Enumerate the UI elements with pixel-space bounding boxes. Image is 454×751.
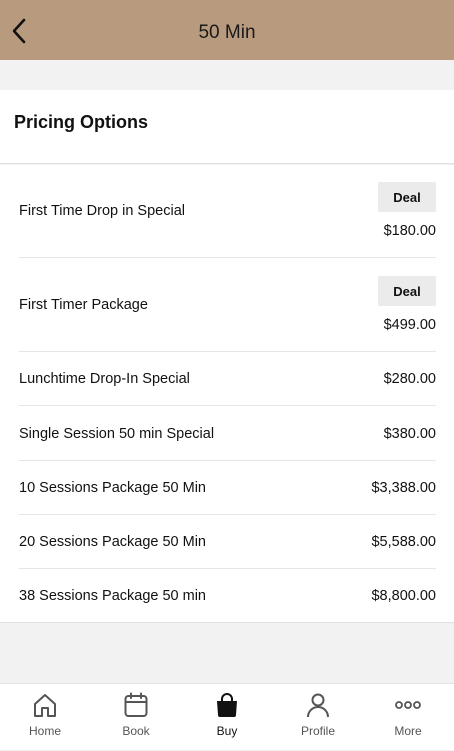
spacer xyxy=(0,60,454,90)
tab-label: More xyxy=(394,724,422,738)
option-name: Single Session 50 min Special xyxy=(19,426,215,442)
tab-buy[interactable]: Buy xyxy=(182,684,272,751)
more-dots-icon xyxy=(394,690,422,720)
option-name: 10 Sessions Package 50 Min xyxy=(19,480,206,496)
section-header: Pricing Options xyxy=(0,90,454,164)
calendar-icon xyxy=(122,690,150,720)
deal-badge: Deal xyxy=(378,276,436,306)
bottom-tab-bar: Home Book Buy Profile More xyxy=(0,683,454,750)
option-name: First Timer Package xyxy=(19,297,148,313)
pricing-option-row[interactable]: Single Session 50 min Special $380.00 xyxy=(19,406,436,461)
option-price: $5,588.00 xyxy=(371,534,436,550)
pricing-option-row[interactable]: First Timer Package Deal $499.00 xyxy=(19,258,436,352)
option-name: First Time Drop in Special xyxy=(19,203,185,219)
option-price: $180.00 xyxy=(383,223,436,239)
pricing-option-row[interactable]: Lunchtime Drop-In Special $280.00 xyxy=(19,352,436,406)
pricing-option-row[interactable]: 38 Sessions Package 50 min $8,800.00 xyxy=(19,569,436,623)
option-price: $3,388.00 xyxy=(371,480,436,496)
pricing-option-row[interactable]: First Time Drop in Special Deal $180.00 xyxy=(19,165,436,258)
home-icon xyxy=(31,690,59,720)
option-price: $280.00 xyxy=(383,371,436,387)
person-icon xyxy=(304,690,332,720)
tab-more[interactable]: More xyxy=(363,684,453,751)
page-title: 50 Min xyxy=(198,22,256,43)
deal-badge: Deal xyxy=(378,182,436,212)
section-title: Pricing Options xyxy=(14,112,149,132)
tab-label: Book xyxy=(122,724,150,738)
pricing-option-row[interactable]: 10 Sessions Package 50 Min $3,388.00 xyxy=(19,461,436,515)
tab-profile[interactable]: Profile xyxy=(273,684,363,751)
tab-home[interactable]: Home xyxy=(0,684,90,751)
tab-book[interactable]: Book xyxy=(91,684,181,751)
option-name: 38 Sessions Package 50 min xyxy=(19,588,206,604)
tab-label: Home xyxy=(28,724,61,738)
pricing-options-list: First Time Drop in Special Deal $180.00 … xyxy=(0,165,454,623)
option-price: $8,800.00 xyxy=(371,588,436,604)
option-price: $499.00 xyxy=(383,317,436,333)
pricing-option-row[interactable]: 20 Sessions Package 50 Min $5,588.00 xyxy=(19,515,436,569)
option-name: 20 Sessions Package 50 Min xyxy=(19,534,206,550)
tab-label: Buy xyxy=(216,724,238,738)
shopping-bag-icon xyxy=(213,690,241,720)
option-price: $380.00 xyxy=(383,426,436,442)
top-bar: 50 Min xyxy=(0,0,454,60)
tab-label: Profile xyxy=(300,724,335,738)
option-name: Lunchtime Drop-In Special xyxy=(19,371,190,387)
